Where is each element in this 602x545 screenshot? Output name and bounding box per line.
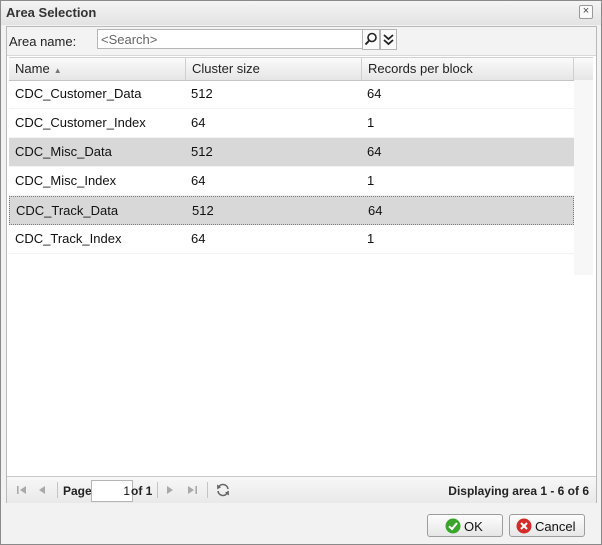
cell-records-per-block: 64 [367,86,382,101]
table-row-selected[interactable]: CDC_Track_Data 512 64 [9,196,574,225]
column-header-records-per-block[interactable]: Records per block [362,58,574,80]
cell-name: CDC_Track_Data [16,203,119,218]
cell-records-per-block: 1 [367,231,375,246]
close-icon: × [582,5,590,17]
table-row[interactable]: CDC_Customer_Index 64 1 [9,109,574,138]
table-row[interactable]: CDC_Track_Index 64 1 [9,225,574,254]
search-button[interactable] [362,29,380,50]
area-name-search-input[interactable] [97,29,364,49]
cancel-button[interactable]: Cancel [509,514,585,537]
page-count-label: of 1 [131,484,153,498]
next-page-icon[interactable] [163,483,177,497]
column-header-cluster-size[interactable]: Cluster size [186,58,362,80]
cell-name: CDC_Track_Index [15,231,122,246]
page-number-input[interactable] [91,480,133,502]
search-options-button[interactable] [380,29,397,50]
table-row[interactable]: CDC_Customer_Data 512 64 [9,80,574,109]
close-button[interactable]: × [579,5,593,19]
area-selection-dialog: Area Selection × Area name: <Search> Nam… [0,0,602,545]
cell-cluster-size: 512 [192,203,214,218]
dialog-title: Area Selection [6,5,97,20]
column-header-label: Cluster size [192,61,260,76]
search-bar: Area name: [7,27,596,56]
double-chevron-down-icon [383,34,394,46]
cell-cluster-size: 64 [191,115,206,130]
cell-records-per-block: 1 [367,173,375,188]
cell-records-per-block: 1 [367,115,375,130]
cancel-circle-icon [516,518,532,534]
toolbar-separator [57,482,58,498]
cell-records-per-block: 64 [367,144,382,159]
cell-records-per-block: 64 [368,203,383,218]
grid-header: Name ▲ Cluster size Records per block [9,57,593,81]
column-header-name[interactable]: Name ▲ [9,58,186,80]
column-header-label: Name [15,61,50,76]
cell-cluster-size: 512 [191,144,213,159]
toolbar-separator [207,482,208,498]
cell-name: CDC_Misc_Data [15,144,112,159]
title-bar: Area Selection × [1,1,601,25]
search-icon [364,32,377,46]
page-label: Page [63,484,92,498]
cell-name: CDC_Misc_Index [15,173,117,188]
area-grid-panel: Area name: Name▲ Cluster size [6,26,597,503]
ok-button-label: OK [464,519,483,534]
area-name-label: Area name: [9,34,77,49]
cell-cluster-size: 64 [191,231,206,246]
cell-cluster-size: 512 [191,86,213,101]
first-page-icon[interactable] [15,483,29,497]
refresh-icon[interactable] [215,482,231,498]
column-header-label: Records per block [368,61,473,76]
cell-cluster-size: 64 [191,173,206,188]
table-row[interactable]: CDC_Misc_Data 512 64 [9,138,574,167]
ok-button[interactable]: OK [427,514,503,537]
sort-ascending-icon: ▲ [53,66,62,75]
toolbar-separator [157,482,158,498]
previous-page-icon[interactable] [35,483,49,497]
last-page-icon[interactable] [185,483,199,497]
table-row[interactable]: CDC_Misc_Index 64 1 [9,167,574,196]
grid-rows: CDC_Customer_Data 512 64 CDC_Customer_In… [9,80,574,254]
cancel-button-label: Cancel [535,519,576,534]
cell-name: CDC_Customer_Index [15,115,146,130]
check-circle-icon [445,518,461,534]
paging-display-info: Displaying area 1 - 6 of 6 [448,484,589,498]
grid-scrollbar-track[interactable] [574,80,593,275]
cell-name: CDC_Customer_Data [15,86,142,101]
paging-toolbar: Page of 1 Displaying area 1 - 6 of 6 [7,476,596,503]
